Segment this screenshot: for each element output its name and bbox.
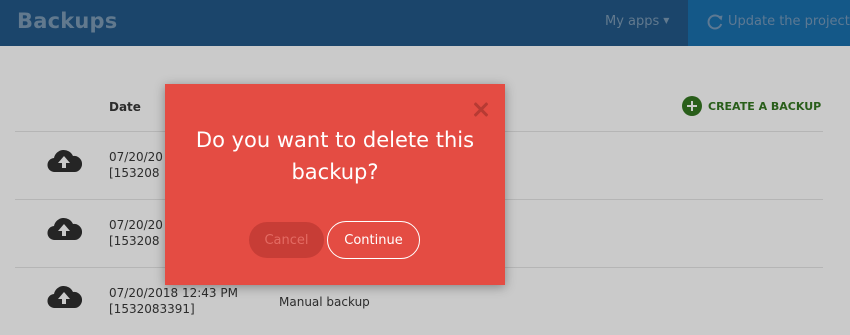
cancel-button[interactable]: Cancel (249, 222, 324, 258)
delete-backup-modal: Do you want to delete this backup? Cance… (165, 84, 505, 285)
continue-button[interactable]: Continue (327, 221, 420, 259)
close-icon[interactable] (472, 100, 490, 118)
modal-question: Do you want to delete this backup? (195, 128, 475, 184)
